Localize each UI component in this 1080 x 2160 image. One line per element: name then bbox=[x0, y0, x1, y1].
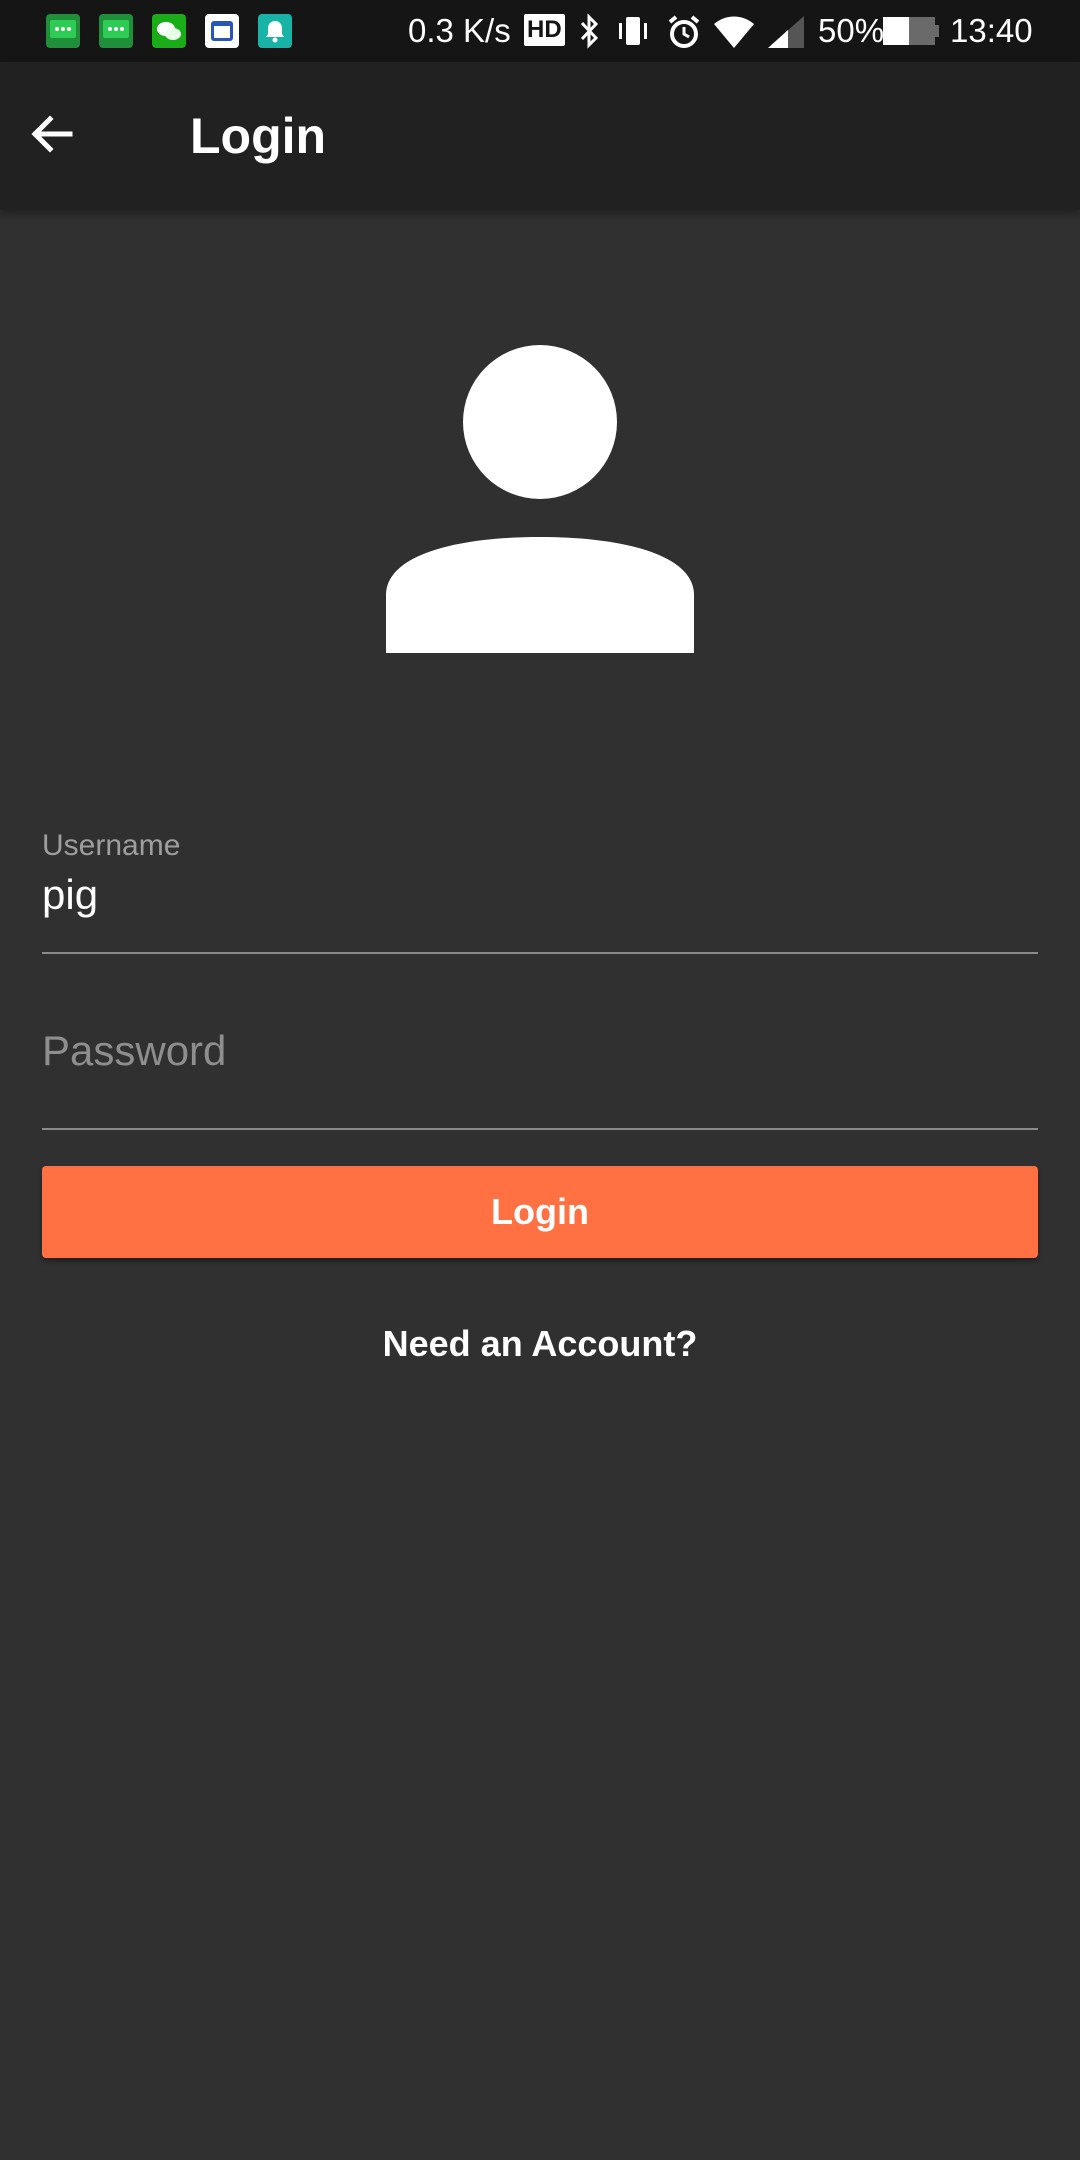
battery-percent: 50% bbox=[818, 12, 885, 49]
password-field[interactable]: Password bbox=[42, 1022, 1038, 1130]
username-input[interactable]: pig bbox=[42, 870, 98, 920]
page-title: Login bbox=[190, 108, 327, 164]
username-label: Username bbox=[42, 829, 181, 862]
vibrate-icon bbox=[613, 12, 653, 55]
person-icon bbox=[386, 345, 694, 653]
clock: 13:40 bbox=[950, 12, 1033, 49]
notification-bell-icon bbox=[258, 14, 292, 48]
hd-badge-text: HD bbox=[524, 14, 565, 46]
password-input[interactable]: Password bbox=[42, 1026, 226, 1076]
need-account-link[interactable]: Need an Account? bbox=[0, 1322, 1080, 1366]
back-button[interactable] bbox=[28, 104, 118, 168]
hd-icon: HD bbox=[524, 14, 565, 46]
wifi-icon bbox=[712, 12, 756, 57]
network-speed: 0.3 K/s bbox=[408, 12, 511, 49]
login-button[interactable]: Login bbox=[42, 1166, 1038, 1258]
arrow-back-icon bbox=[28, 110, 76, 163]
password-underline bbox=[42, 1128, 1038, 1130]
battery-icon bbox=[882, 16, 940, 51]
app-bar: Login bbox=[0, 62, 1080, 210]
wechat-icon bbox=[152, 14, 186, 48]
calendar-app-icon bbox=[205, 14, 239, 48]
alarm-icon bbox=[664, 12, 704, 57]
signal-icon bbox=[764, 12, 808, 57]
sms-icon bbox=[99, 14, 133, 48]
sms-icon bbox=[46, 14, 80, 48]
bluetooth-icon bbox=[574, 12, 604, 55]
status-bar: 0.3 K/s HD 50% 13:40 bbox=[0, 0, 1080, 62]
username-underline bbox=[42, 952, 1038, 954]
username-field[interactable]: Username pig bbox=[42, 828, 1038, 954]
